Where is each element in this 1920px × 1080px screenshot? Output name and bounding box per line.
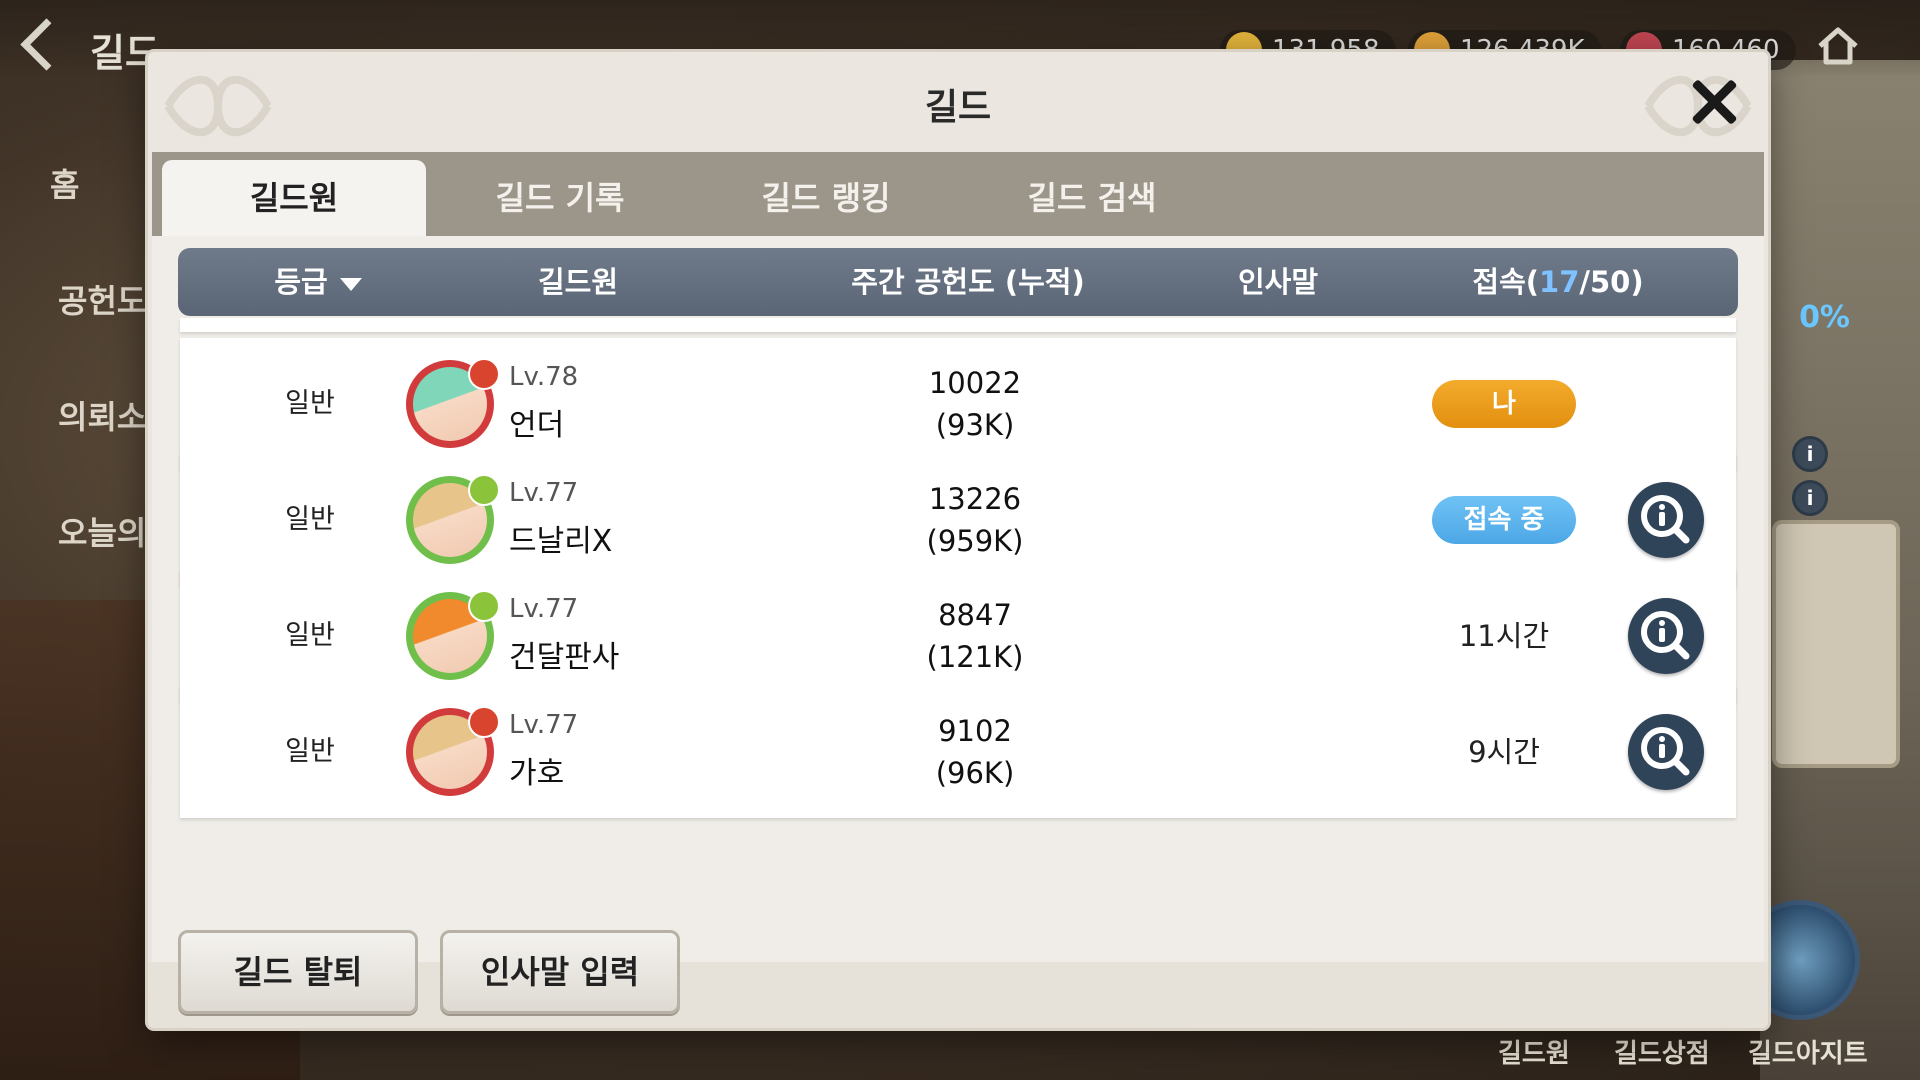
- weekly-contribution: 9102: [938, 714, 1012, 748]
- member-grade: 일반: [285, 388, 335, 419]
- online-separator: /: [1579, 265, 1590, 299]
- column-greeting: 인사말: [1237, 265, 1319, 299]
- member-name: 언더: [509, 408, 565, 443]
- online-prefix: 접속(: [1472, 265, 1540, 299]
- member-grade: 일반: [285, 736, 335, 767]
- home-icon[interactable]: [1816, 24, 1860, 68]
- member-list-area: 등급 길드원 주간 공헌도 (누적) 인사말 접속(17/50) 일반 Lv.7…: [152, 236, 1764, 962]
- avatar[interactable]: [406, 706, 500, 796]
- column-grade-sort[interactable]: 등급: [218, 248, 418, 316]
- total-contribution: (959K): [926, 524, 1024, 558]
- background-percent: 0%: [1799, 300, 1850, 335]
- member-contribution: 10022 (93K): [880, 362, 1070, 446]
- element-badge-icon: [468, 590, 500, 622]
- side-menu-home[interactable]: 홈: [50, 160, 79, 206]
- sort-down-icon: [339, 277, 362, 291]
- last-login-text: 11시간: [1458, 619, 1550, 653]
- total-contribution: (96K): [935, 756, 1015, 790]
- tab-guild-search[interactable]: 길드 검색: [960, 160, 1224, 236]
- member-row[interactable]: 일반 Lv.77 가호 9102 (96K) 9시간: [180, 686, 1736, 818]
- enter-greeting-button[interactable]: 인사말 입력: [440, 930, 680, 1014]
- magnifier-info-icon: [1641, 727, 1690, 776]
- tab-members[interactable]: 길드원: [162, 160, 426, 236]
- modal-title: 길드: [924, 87, 992, 128]
- member-level: Lv.78: [509, 362, 579, 392]
- tab-guild-ranking[interactable]: 길드 랭킹: [694, 160, 958, 236]
- tab-guild-log[interactable]: 길드 기록: [428, 160, 692, 236]
- column-contribution: 주간 공헌도 (누적): [851, 265, 1085, 299]
- member-contribution: 9102 (96K): [880, 710, 1070, 794]
- weekly-contribution: 13226: [928, 482, 1022, 516]
- element-badge-icon: [468, 706, 500, 738]
- member-row[interactable]: 일반 Lv.78 언더 10022 (93K) 나: [180, 338, 1736, 470]
- member-level: Lv.77: [509, 478, 579, 508]
- table-header: 등급 길드원 주간 공헌도 (누적) 인사말 접속(17/50): [178, 248, 1738, 316]
- bottom-nav-shop[interactable]: 길드상점: [1614, 1033, 1710, 1070]
- member-info-button[interactable]: [1628, 598, 1704, 674]
- avatar[interactable]: [406, 358, 500, 448]
- guild-modal: 길드 길드원 길드 기록 길드 랭킹 길드 검색 등급 길드원 주간 공헌도 (…: [148, 52, 1768, 1028]
- side-menu-today[interactable]: 오늘의: [58, 508, 146, 554]
- avatar[interactable]: [406, 474, 500, 564]
- bottom-nav-hideout[interactable]: 길드아지트: [1748, 1033, 1868, 1070]
- close-icon[interactable]: [1684, 72, 1744, 132]
- weekly-contribution: 10022: [928, 366, 1022, 400]
- total-contribution: (93K): [935, 408, 1015, 442]
- side-menu-request[interactable]: 의뢰소: [58, 392, 146, 438]
- list-item-partial: [180, 318, 1736, 332]
- info-icon[interactable]: i: [1792, 436, 1828, 472]
- member-name: 건달판사: [509, 640, 620, 675]
- column-online: 접속(17/50): [1428, 248, 1688, 316]
- member-level: Lv.77: [509, 710, 579, 740]
- avatar[interactable]: [406, 590, 500, 680]
- side-menu-contribution[interactable]: 공헌도: [58, 276, 146, 322]
- bottom-nav-members[interactable]: 길드원: [1498, 1033, 1570, 1070]
- member-row[interactable]: 일반 Lv.77 건달판사 8847 (121K) 11시간: [180, 570, 1736, 702]
- column-member: 길드원: [537, 265, 619, 299]
- element-badge-icon: [468, 358, 500, 390]
- leave-guild-button[interactable]: 길드 탈퇴: [178, 930, 418, 1014]
- member-name: 가호: [509, 756, 565, 791]
- online-count: 17: [1539, 265, 1580, 299]
- modal-header: 길드: [148, 52, 1768, 152]
- column-grade-label: 등급: [274, 265, 328, 299]
- member-info-button[interactable]: [1628, 482, 1704, 558]
- info-icon[interactable]: i: [1792, 480, 1828, 516]
- member-grade: 일반: [285, 620, 335, 651]
- weekly-contribution: 8847: [938, 598, 1012, 632]
- member-info-button[interactable]: [1628, 714, 1704, 790]
- element-badge-icon: [468, 474, 500, 506]
- member-name: 드날리X: [509, 524, 613, 559]
- member-level: Lv.77: [509, 594, 579, 624]
- member-contribution: 8847 (121K): [880, 594, 1070, 678]
- background-side-card: [1772, 520, 1900, 768]
- member-row[interactable]: 일반 Lv.77 드날리X 13226 (959K) 접속 중: [180, 454, 1736, 586]
- status-badge-me: 나: [1432, 380, 1576, 428]
- total-contribution: (121K): [926, 640, 1024, 674]
- magnifier-info-icon: [1641, 611, 1690, 660]
- last-login-text: 9시간: [1468, 735, 1540, 769]
- member-contribution: 13226 (959K): [880, 478, 1070, 562]
- online-suffix: ): [1630, 265, 1644, 299]
- online-max: 50: [1589, 265, 1631, 299]
- tab-bar: 길드원 길드 기록 길드 랭킹 길드 검색: [152, 152, 1764, 236]
- member-grade: 일반: [285, 504, 335, 535]
- magnifier-info-icon: [1641, 495, 1690, 544]
- status-badge-online: 접속 중: [1432, 496, 1576, 544]
